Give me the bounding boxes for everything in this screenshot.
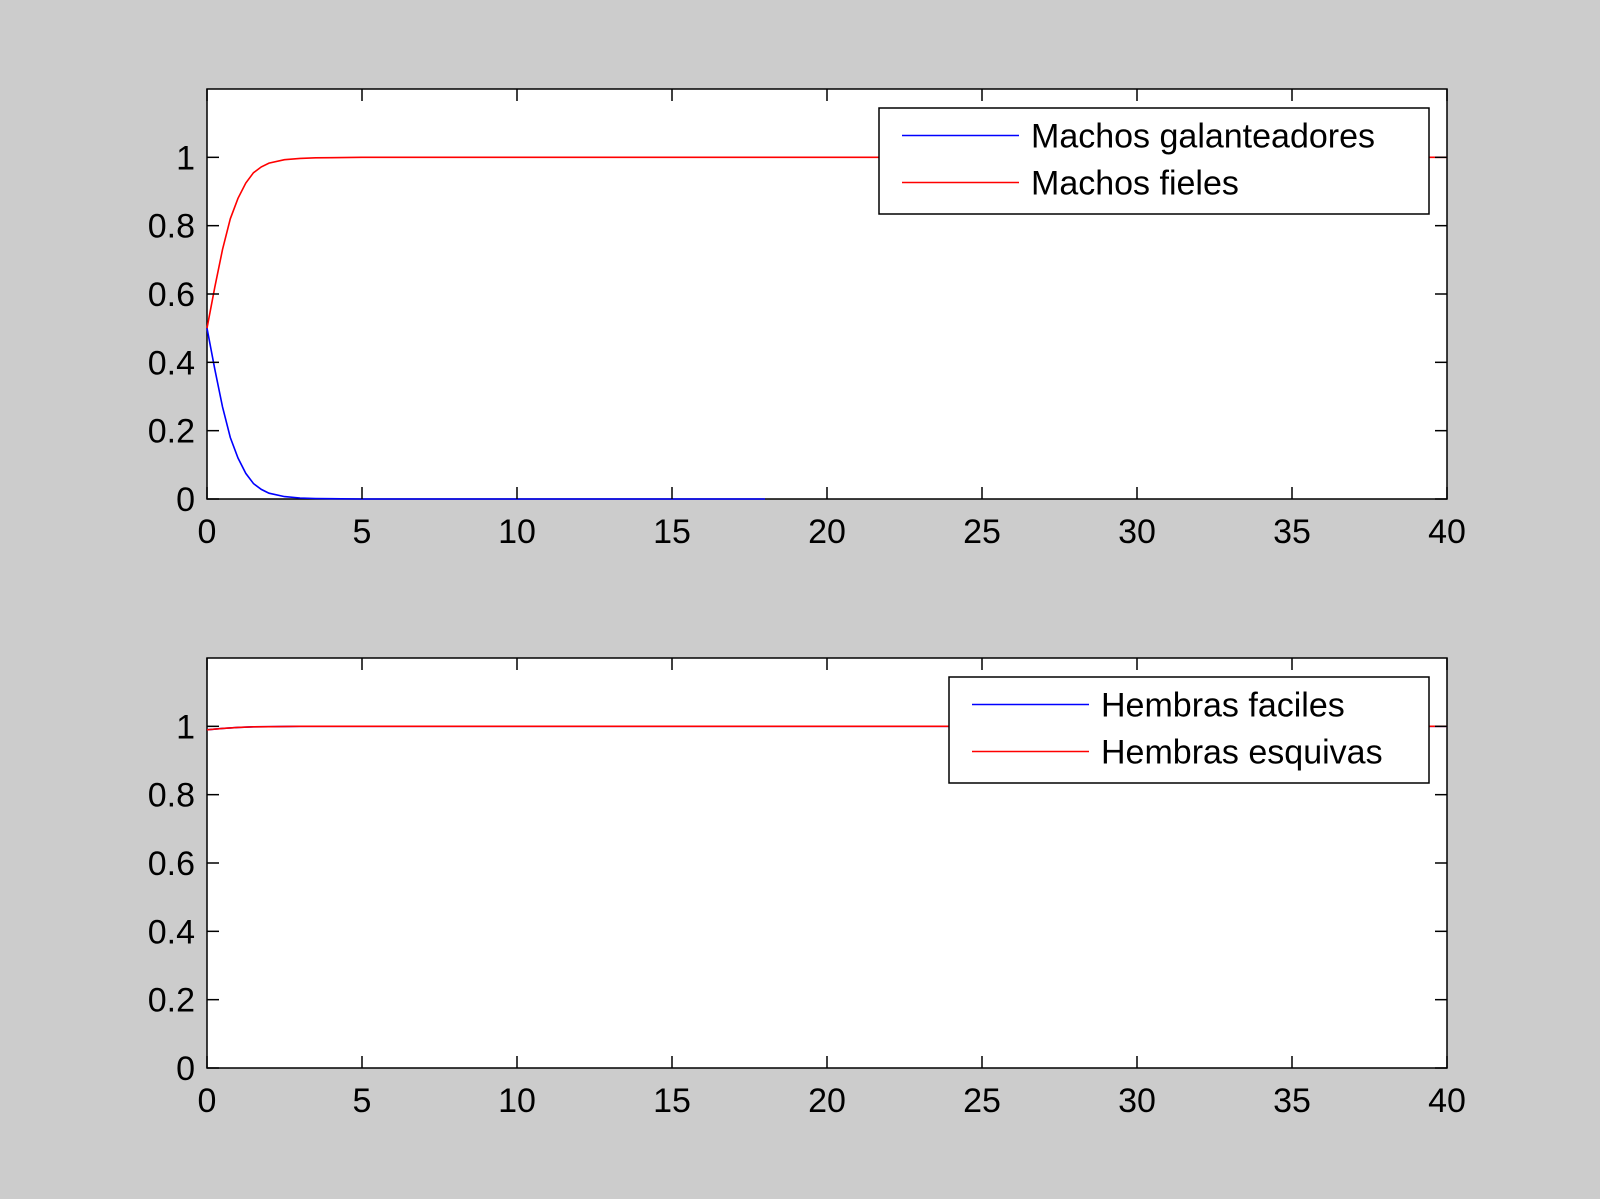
x-tick-label: 10 xyxy=(498,1082,536,1120)
x-tick-label: 40 xyxy=(1428,1082,1466,1120)
x-tick-label: 30 xyxy=(1118,513,1156,551)
x-tick-label: 0 xyxy=(198,1082,217,1120)
legend[interactable]: Hembras faciles Hembras esquivas xyxy=(948,676,1430,784)
y-tick-label: 0.2 xyxy=(148,413,195,451)
y-tick-label: 0 xyxy=(176,481,195,519)
y-tick-label: 1 xyxy=(176,139,195,177)
figure: 0 5 10 15 20 25 30 35 4000.20.40.60.81 Machos ga… xyxy=(0,0,1600,1199)
legend-label-0: Hembras faciles xyxy=(1101,687,1345,725)
y-tick-label: 0.4 xyxy=(148,913,195,951)
y-tick-label: 0.2 xyxy=(148,982,195,1020)
y-tick-label: 1 xyxy=(176,708,195,746)
subplot-top: 0 5 10 15 20 25 30 35 40 0 0.2 0.4 0.6 0.8 1 Machos ga… xyxy=(148,88,1466,551)
x-tick-label: 15 xyxy=(653,1082,691,1120)
x-tick-label: 20 xyxy=(808,513,846,551)
x-tick-label: 35 xyxy=(1273,1082,1311,1120)
legend-label-1: Hembras esquivas xyxy=(1101,734,1383,772)
subplot-bottom: 0 5 10 15 20 25 30 35 40 0 0.2 0.4 0.6 0.8 1 Hembras f… xyxy=(148,657,1466,1120)
x-tick-label: 25 xyxy=(963,513,1001,551)
legend-label-0: Machos galanteadores xyxy=(1031,118,1375,156)
y-tick-label: 0.8 xyxy=(148,777,195,815)
x-tick-label: 5 xyxy=(353,1082,372,1120)
x-tick-label: 25 xyxy=(963,1082,1001,1120)
y-tick-label: 0.6 xyxy=(148,276,195,314)
y-tick-label: 0.4 xyxy=(148,344,195,382)
y-tick-label: 0.8 xyxy=(148,208,195,246)
x-tick-label: 30 xyxy=(1118,1082,1156,1120)
y-tick-label: 0 xyxy=(176,1050,195,1088)
x-tick-label: 15 xyxy=(653,513,691,551)
x-tick-label: 5 xyxy=(353,513,372,551)
x-tick-label: 20 xyxy=(808,1082,846,1120)
x-tick-label: 0 xyxy=(198,513,217,551)
x-tick-label: 10 xyxy=(498,513,536,551)
legend-label-1: Machos fieles xyxy=(1031,165,1239,203)
y-tick-label: 0.6 xyxy=(148,845,195,883)
x-tick-label: 40 xyxy=(1428,513,1466,551)
x-tick-label: 35 xyxy=(1273,513,1311,551)
legend[interactable]: Machos galanteadores Machos fieles xyxy=(878,107,1430,215)
